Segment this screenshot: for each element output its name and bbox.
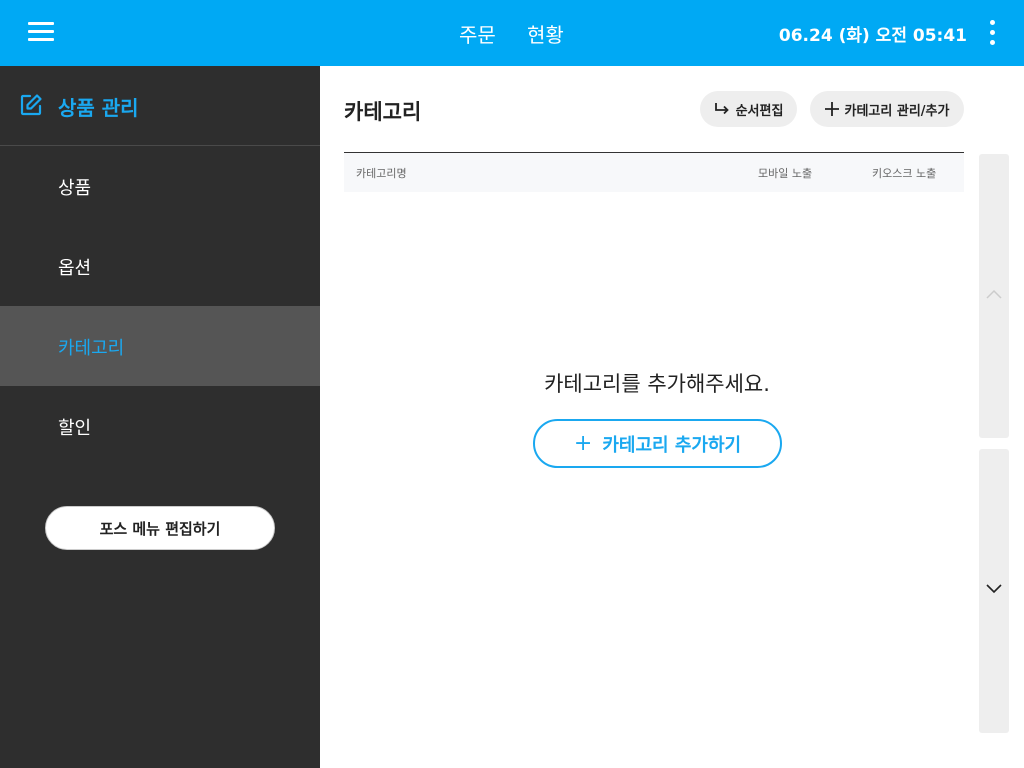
- hamburger-icon[interactable]: [22, 18, 60, 48]
- column-header-kiosk: 키오스크 노출: [872, 167, 937, 180]
- tab-status[interactable]: 현황: [527, 19, 564, 48]
- sidebar-item-category[interactable]: 카테고리: [0, 306, 320, 386]
- add-category-label: 카테고리 추가하기: [602, 434, 742, 456]
- order-edit-label: 순서편집: [735, 103, 784, 119]
- category-manage-button[interactable]: 카테고리 관리/추가: [810, 91, 964, 127]
- sidebar-item-label: 할인: [58, 418, 92, 439]
- column-header-category-name: 카테고리명: [356, 167, 407, 180]
- sidebar-item-label: 상품: [58, 178, 92, 199]
- datetime-display: 06.24 (화) 오전 05:41: [778, 26, 967, 46]
- table-header: 카테고리명 모바일 노출 키오스크 노출: [344, 152, 964, 192]
- column-header-mobile: 모바일 노출: [758, 167, 813, 180]
- sidebar-item-label: 카테고리: [58, 338, 125, 359]
- page-title: 카테고리: [344, 100, 422, 124]
- sidebar-item-discount[interactable]: 할인: [0, 386, 320, 466]
- sidebar-item-products[interactable]: 상품: [0, 146, 320, 226]
- chevron-down-icon: [986, 584, 1002, 594]
- sidebar-item-options[interactable]: 옵션: [0, 226, 320, 306]
- add-category-button[interactable]: + 카테고리 추가하기: [533, 419, 782, 468]
- return-arrow-icon: [714, 103, 729, 115]
- edit-icon: [20, 94, 42, 116]
- empty-state-message: 카테고리를 추가해주세요.: [544, 372, 770, 396]
- pos-menu-edit-button[interactable]: 포스 메뉴 편집하기: [45, 506, 275, 550]
- plus-icon: +: [573, 431, 593, 456]
- sidebar-header: 상품 관리: [0, 66, 320, 146]
- sidebar: 상품 관리 상품 옵션 카테고리 할인 포스 메뉴 편집하기: [0, 66, 320, 768]
- category-manage-label: 카테고리 관리/추가: [844, 103, 950, 119]
- chevron-up-icon: [986, 289, 1002, 299]
- sidebar-item-label: 옵션: [58, 258, 92, 279]
- more-vertical-icon[interactable]: [982, 18, 1004, 48]
- scroll-up-button[interactable]: [979, 154, 1009, 438]
- scroll-down-button[interactable]: [979, 449, 1009, 733]
- sidebar-title: 상품 관리: [58, 96, 139, 120]
- plus-icon: [824, 102, 839, 116]
- top-bar: 주문 현황 06.24 (화) 오전 05:41: [0, 0, 1024, 66]
- tab-order[interactable]: 주문: [459, 19, 496, 48]
- order-edit-button[interactable]: 순서편집: [700, 91, 797, 127]
